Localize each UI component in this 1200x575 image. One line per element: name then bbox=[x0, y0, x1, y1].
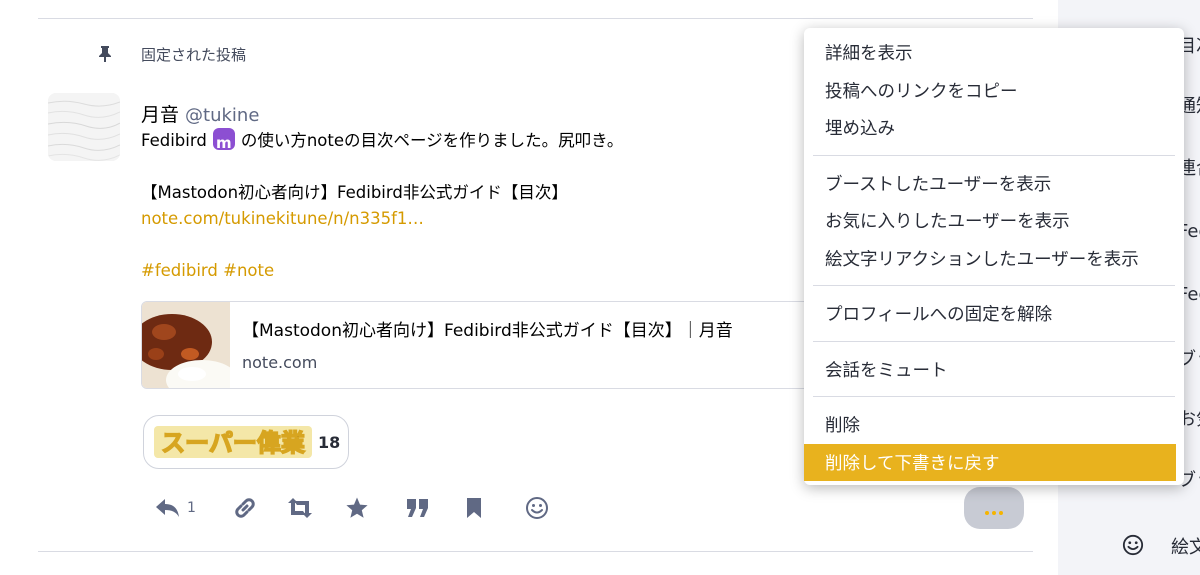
reaction-count: 18 bbox=[318, 432, 341, 452]
divider bbox=[38, 18, 1033, 19]
quote-icon bbox=[407, 499, 428, 517]
content-blank-line bbox=[141, 154, 623, 180]
content-text: の使い方noteの目次ページを作りました。尻叩き。 bbox=[240, 131, 624, 150]
sidebar-item[interactable]: 絵文 bbox=[1171, 533, 1200, 559]
boost-button[interactable] bbox=[285, 492, 345, 524]
avatar[interactable] bbox=[48, 93, 120, 161]
status-content: Fedibird m の使い方noteの目次ページを作りました。尻叩き。 【Mast… bbox=[141, 128, 623, 284]
card-title[interactable]: 【Mastodon初心者向け】Fedibird非公式ガイド【目次】｜月音 bbox=[242, 316, 733, 344]
menu-separator bbox=[813, 340, 1175, 342]
content-blank-line bbox=[141, 232, 623, 258]
quote-button[interactable] bbox=[405, 492, 465, 524]
content-link[interactable]: note.com/tukinekitune/n/n335f1… bbox=[141, 209, 424, 228]
card-thumbnail bbox=[142, 302, 238, 388]
menu-item-boosted-by[interactable]: ブーストしたユーザーを表示 bbox=[804, 165, 1184, 203]
menu-item-expand[interactable]: 詳細を表示 bbox=[804, 34, 1184, 72]
custom-emoji-image: スーパー偉業 bbox=[153, 423, 313, 461]
menu-item-embed[interactable]: 埋め込み bbox=[804, 109, 1184, 147]
hashtag-fedibird[interactable]: #fedibird bbox=[141, 261, 218, 280]
pinned-indicator: 固定された投稿 bbox=[96, 42, 246, 66]
pinned-label: 固定された投稿 bbox=[141, 45, 247, 64]
status-author[interactable]: 月音 @tukine bbox=[141, 100, 259, 127]
menu-separator bbox=[813, 285, 1175, 286]
content-line: note.com/tukinekitune/n/n335f1… bbox=[141, 206, 623, 232]
bookmark-button[interactable] bbox=[465, 492, 525, 524]
bookmark-icon bbox=[467, 498, 481, 518]
smile-icon bbox=[526, 497, 548, 519]
mastodon-emoji-icon: m bbox=[212, 128, 235, 152]
more-options-button[interactable] bbox=[964, 487, 1024, 529]
smile-icon bbox=[1122, 534, 1144, 561]
emoji-reaction-add-button[interactable] bbox=[525, 492, 565, 524]
emoji-reaction-button[interactable]: スーパー偉業 18 bbox=[143, 415, 349, 469]
card-host: note.com bbox=[242, 353, 318, 372]
hashtag-note[interactable]: #note bbox=[223, 261, 274, 280]
svg-text:スーパー偉業: スーパー偉業 bbox=[161, 429, 305, 457]
content-text: Fedibird bbox=[141, 131, 207, 150]
card-body: 【Mastodon初心者向け】Fedibird非公式ガイド【目次】｜月音 not… bbox=[230, 302, 733, 388]
favourite-button[interactable] bbox=[345, 492, 405, 524]
ellipsis-icon bbox=[985, 511, 1003, 515]
content-line: Fedibird m の使い方noteの目次ページを作りました。尻叩き。 bbox=[141, 128, 623, 154]
boost-icon bbox=[288, 498, 312, 518]
menu-item-delete-and-redraft[interactable]: 削除して下書きに戻す bbox=[804, 443, 1176, 481]
link-preview-card[interactable]: 【Mastodon初心者向け】Fedibird非公式ガイド【目次】｜月音 not… bbox=[141, 301, 821, 389]
menu-item-mute-conversation[interactable]: 会話をミュート bbox=[804, 351, 1184, 389]
menu-item-unpin[interactable]: プロフィールへの固定を解除 bbox=[804, 295, 1184, 333]
reply-button[interactable]: 1 bbox=[155, 492, 215, 524]
menu-item-copy-link[interactable]: 投稿へのリンクをコピー bbox=[804, 72, 1184, 110]
page: 固定された投稿 月音 @tukine Fedibird m の使い方noteの目次ペー… bbox=[0, 0, 1200, 575]
display-name[interactable]: 月音 bbox=[141, 104, 179, 126]
status-action-bar: 1 bbox=[155, 492, 565, 524]
star-icon bbox=[346, 497, 368, 518]
content-line: 【Mastodon初心者向け】Fedibird非公式ガイド【目次】 bbox=[141, 183, 568, 202]
menu-item-favourited-by[interactable]: お気に入りしたユーザーを表示 bbox=[804, 202, 1184, 240]
menu-item-reacted-by[interactable]: 絵文字リアクションしたユーザーを表示 bbox=[804, 240, 1184, 278]
account-handle[interactable]: @tukine bbox=[185, 105, 259, 126]
reply-icon bbox=[156, 499, 179, 517]
reply-count: 1 bbox=[187, 500, 196, 516]
link-icon bbox=[235, 498, 255, 518]
divider bbox=[38, 551, 1033, 552]
menu-separator bbox=[813, 154, 1175, 156]
status-dropdown-menu: 詳細を表示 投稿へのリンクをコピー 埋め込み ブーストしたユーザーを表示 お気に… bbox=[804, 28, 1184, 485]
copy-link-button[interactable] bbox=[232, 492, 292, 524]
menu-item-delete[interactable]: 削除 bbox=[804, 406, 1184, 444]
menu-separator bbox=[813, 396, 1175, 397]
content-line: #fedibird #note bbox=[141, 258, 623, 284]
pin-icon bbox=[96, 45, 114, 63]
